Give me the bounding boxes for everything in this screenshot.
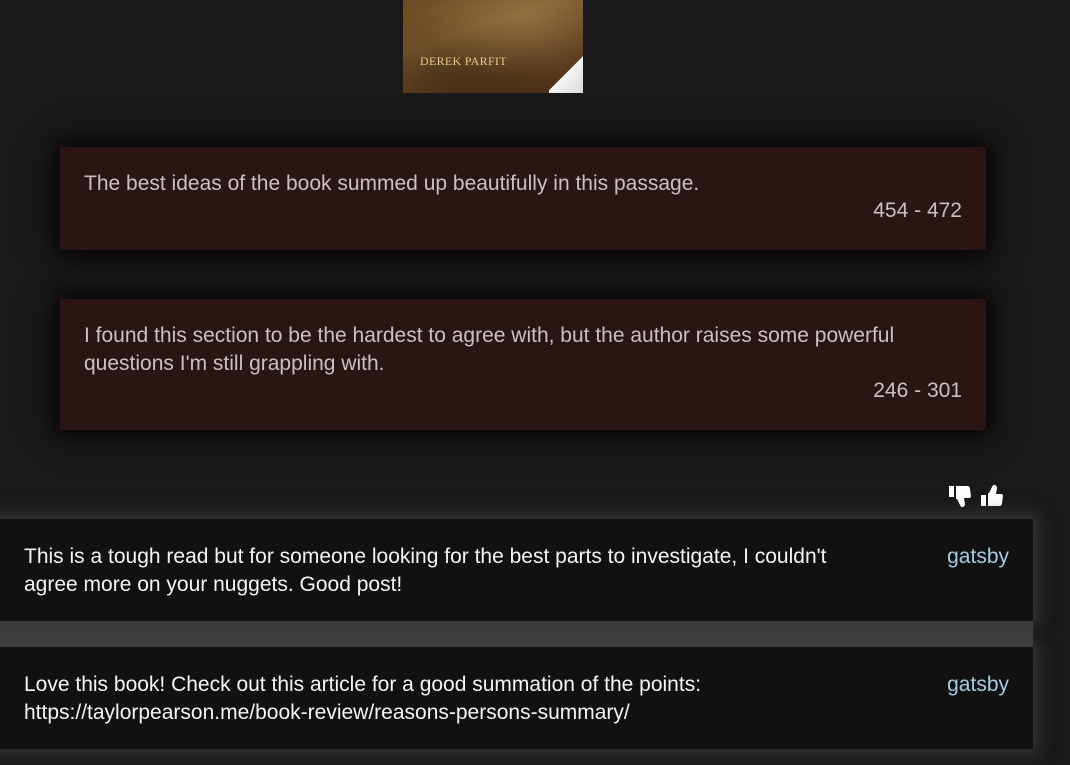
comment-text: Love this book! Check out this article f…	[24, 673, 702, 724]
comment-text: This is a tough read but for someone loo…	[24, 545, 827, 596]
vote-buttons	[948, 483, 1008, 509]
comment: Love this book! Check out this article f…	[0, 647, 1033, 749]
highlight-location-range[interactable]: 454 - 472	[873, 197, 962, 225]
book-cover[interactable]: DEREK PARFIT	[403, 0, 583, 93]
thumbs-down-icon[interactable]	[948, 483, 974, 509]
highlight-note: I found this section to be the hardest t…	[60, 299, 986, 430]
comment-author-link[interactable]: gatsby	[947, 671, 1009, 699]
comment: This is a tough read but for someone loo…	[0, 519, 1033, 621]
page: DEREK PARFIT The best ideas of the book …	[0, 0, 1070, 765]
highlight-note-text: The best ideas of the book summed up bea…	[84, 172, 700, 195]
comment-author-link[interactable]: gatsby	[947, 543, 1009, 571]
highlight-note: The best ideas of the book summed up bea…	[60, 147, 986, 250]
comment-divider	[0, 621, 1033, 647]
page-curl	[549, 53, 583, 93]
book-author: DEREK PARFIT	[420, 54, 507, 68]
thumbs-up-icon[interactable]	[980, 483, 1006, 509]
highlight-location-range[interactable]: 246 - 301	[873, 377, 962, 405]
highlight-note-text: I found this section to be the hardest t…	[84, 324, 895, 375]
